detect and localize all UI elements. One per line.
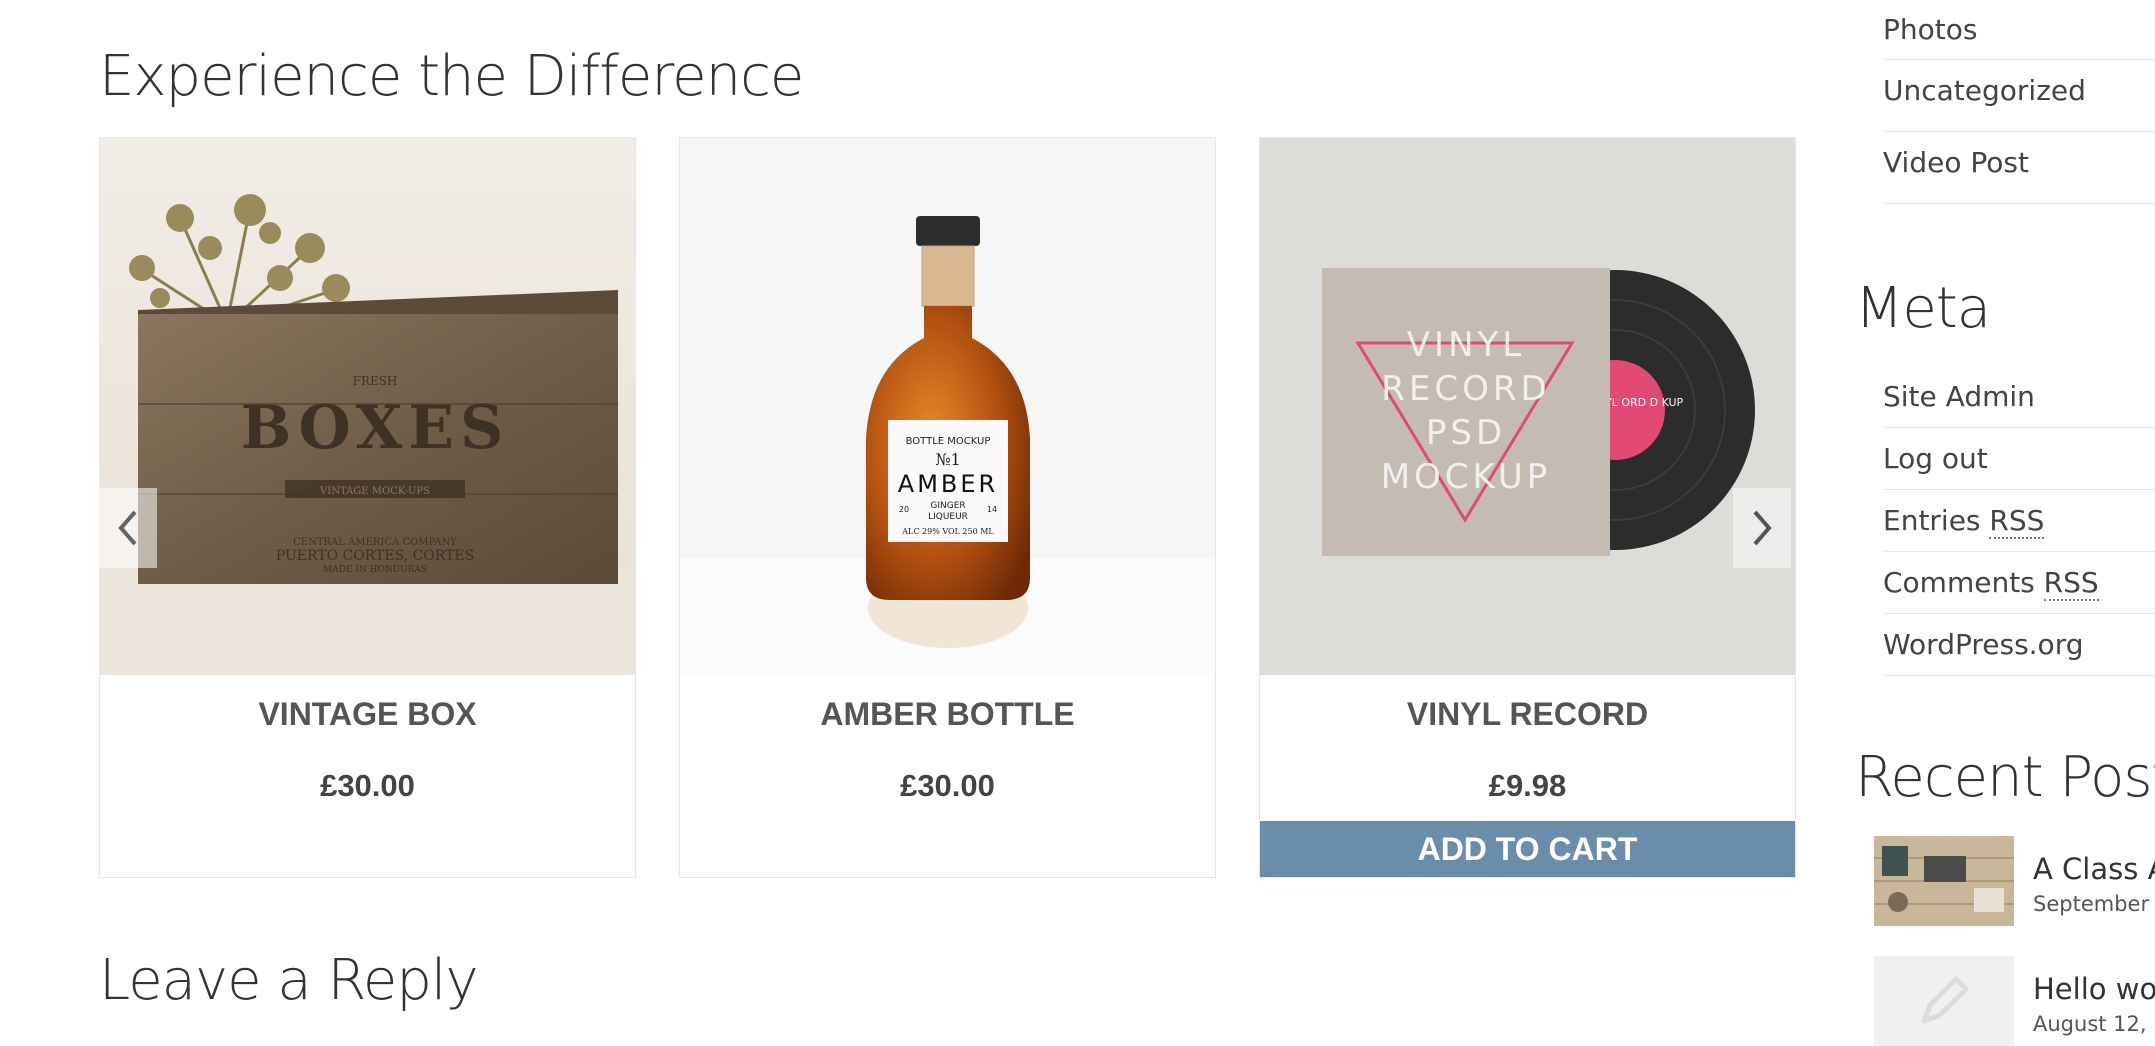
box-art-line2: PUERTO CORTES, CORTES [276,548,474,564]
box-art-small: FRESH [353,374,398,388]
product-image-vinyl-record[interactable]: YL ORD D KUP VINYL RECORD PSD MOCKUP [1260,138,1795,675]
reply-heading: Leave a Reply [99,948,479,1013]
post-thumbnail[interactable] [1874,836,2014,926]
meta-item[interactable]: Entries RSS [1883,490,2155,552]
entries-rss-link[interactable]: Entries RSS [1883,504,2045,539]
vinyl-art-label: YL ORD D KUP [1604,396,1684,409]
meta-item[interactable]: Site Admin [1883,366,2155,428]
recent-post-item[interactable]: A Class A September 1 [1874,836,2155,926]
category-item[interactable]: Video Post [1883,132,2155,204]
rss-abbr: RSS [2043,566,2099,601]
categories-list: Photos Uncategorized Video Post [1883,0,2155,204]
slider-prev-button[interactable] [99,488,157,568]
products-heading: Experience the Difference [99,44,804,109]
meta-item[interactable]: Comments RSS [1883,552,2155,614]
product-image-vintage-box[interactable]: FRESH BOXES VINTAGE MOCK-UPS CENTRAL AME… [100,138,635,675]
product-name[interactable]: AMBER BOTTLE [680,696,1215,733]
product-card-vinyl-record[interactable]: YL ORD D KUP VINYL RECORD PSD MOCKUP VIN… [1259,137,1796,878]
product-name[interactable]: VINTAGE BOX [100,696,635,733]
entries-label: Entries [1883,504,1990,537]
product-price: £30.00 [320,768,415,803]
bottle-art-top: BOTTLE MOCKUP [906,436,991,447]
post-date: August 12, 2 [2033,1012,2155,1036]
chevron-left-icon [118,510,137,546]
comments-rss-link[interactable]: Comments RSS [1883,566,2099,601]
category-link-video-post[interactable]: Video Post [1883,146,2029,179]
slider-next-button[interactable] [1733,488,1791,568]
product-card-vintage-box[interactable]: FRESH BOXES VINTAGE MOCK-UPS CENTRAL AME… [99,137,636,878]
post-title-link[interactable]: Hello wo [2033,972,2155,1006]
bottle-art-num: №1 [935,450,960,469]
product-price: £9.98 [1488,768,1567,803]
recent-posts-title: Recent Posts [1855,745,2155,810]
site-admin-link[interactable]: Site Admin [1883,380,2035,413]
log-out-link[interactable]: Log out [1883,442,1988,475]
vinyl-art-l4: MOCKUP [1381,457,1552,497]
product-name[interactable]: VINYL RECORD [1260,696,1795,733]
meta-widget-title: Meta [1855,276,1991,341]
meta-item[interactable]: WordPress.org [1883,614,2155,676]
comments-label: Comments [1883,566,2044,599]
main-content: Experience the Difference FRESH BOXES VI… [0,0,1820,1040]
recent-post-item[interactable]: Hello wo August 12, 2 [1874,956,2155,1046]
post-date: September 1 [2033,892,2155,916]
bottle-art-big: AMBER [898,470,998,498]
post-title-link[interactable]: A Class A [2033,852,2155,886]
box-art-line3: MADE IN HONDURAS [323,565,427,575]
box-art-big: BOXES [241,393,510,463]
bottle-art-left: 20 [899,505,909,514]
category-link-uncategorized[interactable]: Uncategorized [1883,74,2086,107]
product-card-amber-bottle[interactable]: BOTTLE MOCKUP №1 AMBER GINGER LIQUEUR 20… [679,137,1216,878]
post-thumbnail[interactable] [1874,956,2014,1046]
vinyl-art-l1: VINYL [1407,325,1525,365]
box-art-banner: VINTAGE MOCK-UPS [319,486,430,497]
category-item[interactable]: Uncategorized [1883,60,2155,132]
bottle-art-sub2: LIQUEUR [928,512,968,522]
product-price: £30.00 [900,768,995,803]
meta-list: Site Admin Log out Entries RSS Comments … [1883,366,2155,676]
bottle-art-right: 14 [987,505,997,514]
meta-item[interactable]: Log out [1883,428,2155,490]
add-to-cart-button[interactable]: ADD TO CART [1260,821,1795,877]
category-item[interactable]: Photos [1883,0,2155,60]
product-image-amber-bottle[interactable]: BOTTLE MOCKUP №1 AMBER GINGER LIQUEUR 20… [680,138,1215,675]
rss-abbr: RSS [1989,504,2045,539]
pencil-icon [1921,976,1969,1024]
box-art-line1: CENTRAL AMERICA COMPANY [293,537,457,548]
vinyl-art-l3: PSD [1426,413,1506,453]
bottle-art-foot: ALC 29% VOL 250 ML [901,527,994,536]
sidebar: Photos Uncategorized Video Post Meta Sit… [1855,0,2155,1046]
chevron-right-icon [1753,510,1772,546]
vinyl-art-l2: RECORD [1381,369,1550,409]
bottle-art-sub1: GINGER [930,501,965,511]
category-link-photos[interactable]: Photos [1883,13,1977,46]
wordpress-org-link[interactable]: WordPress.org [1883,628,2083,661]
